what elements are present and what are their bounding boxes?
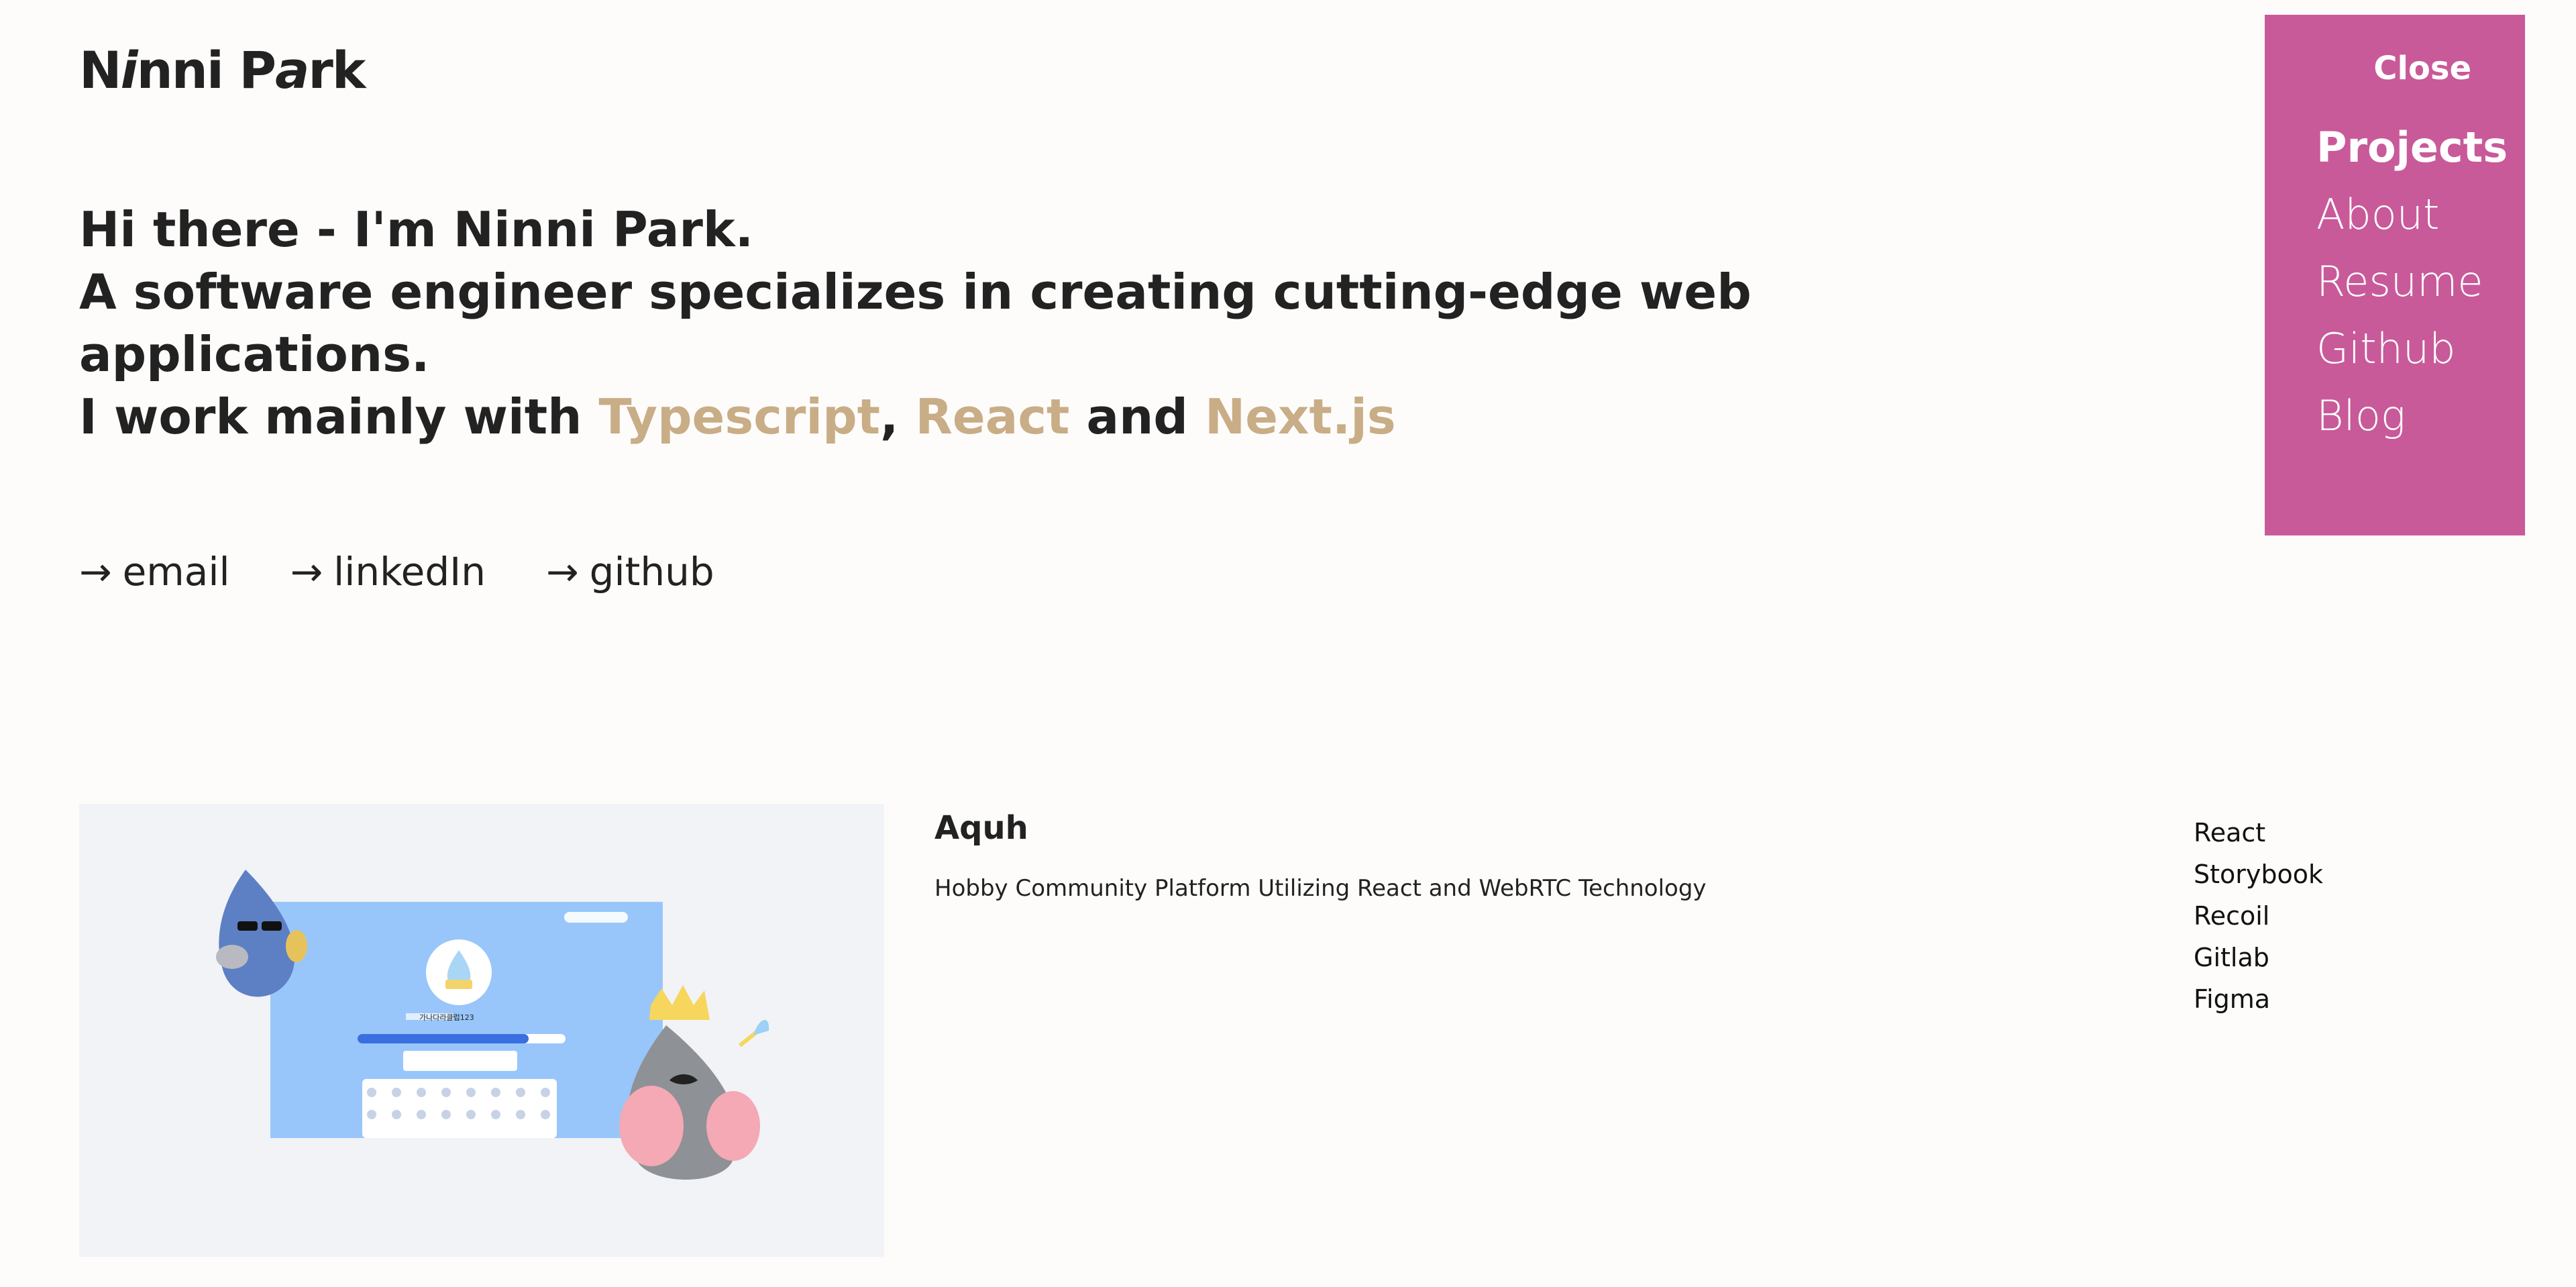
hero-role-cont: applications. [79,326,430,382]
close-menu-button[interactable]: Close [2265,50,2471,87]
arrow-right-icon: → [546,549,579,595]
logo-text: i [120,40,138,100]
stack-item: Recoil [2194,901,2270,931]
nav-menu-panel: Close Projects About Resume Github Blog [2265,15,2525,535]
logo-text: N [79,40,122,100]
logo-text: a [275,40,309,100]
hero-sep: , [880,389,916,445]
project-thumbnail[interactable]: 가나다라클럽123 [79,804,884,1257]
nav-item-about[interactable]: About [2316,181,2471,248]
github-link[interactable]: → github [546,549,714,595]
email-link-label: email [122,549,230,595]
contact-links: → email → linkedIn → github [79,549,714,595]
linkedin-link[interactable]: → linkedIn [290,549,486,595]
hero-tech-line: I work mainly with Typescript, React and… [79,386,1756,448]
project-title[interactable]: Aquh [934,809,1941,847]
nav-item-projects[interactable]: Projects [2316,114,2508,181]
site-logo[interactable]: Ninni Park [79,40,366,100]
project-info: Aquh Hobby Community Platform Utilizing … [934,809,1941,902]
stack-item: Gitlab [2194,943,2269,972]
stack-item: Storybook [2194,860,2324,889]
stack-item: Figma [2194,984,2271,1014]
tech-nextjs: Next.js [1204,389,1396,445]
tech-react: React [915,389,1070,445]
hero-tech-prefix: I work mainly with [79,389,599,445]
hero-sep: and [1069,389,1205,445]
nav-item-github[interactable]: Github [2316,315,2471,382]
hero-role: A software engineer specializes in creat… [79,264,1752,320]
arrow-right-icon: → [290,549,323,595]
arrow-right-icon: → [79,549,112,595]
project-description: Hobby Community Platform Utilizing React… [934,875,1707,902]
nav-item-blog[interactable]: Blog [2316,382,2471,450]
tech-typescript: Typescript [598,389,881,445]
nav-menu-list: Projects About Resume Github Blog [2265,114,2508,450]
project-illustration: 가나다라클럽123 [216,870,769,1180]
linkedin-link-label: linkedIn [333,549,486,595]
nav-item-resume[interactable]: Resume [2316,248,2483,315]
project-tech-stack: React Storybook Recoil Gitlab Figma [2194,812,2323,1020]
email-link[interactable]: → email [79,549,230,595]
app-screen-username: 가나다라클럽123 [419,1013,474,1022]
github-link-label: github [589,549,714,595]
hero-greeting: Hi there - I'm Ninni Park. [79,201,754,258]
hero-intro: Hi there - I'm Ninni Park. A software en… [79,199,1756,448]
logo-text: nni P [136,40,276,100]
logo-text: rk [308,40,366,100]
stack-item: React [2194,818,2266,847]
